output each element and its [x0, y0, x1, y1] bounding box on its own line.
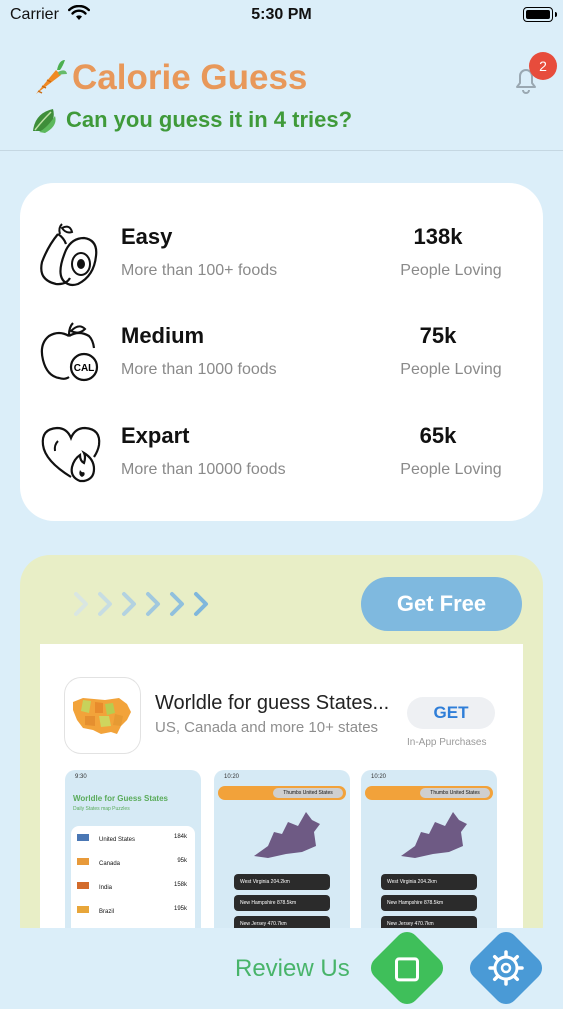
- list-item: Canada 95k: [77, 858, 187, 867]
- heart-flame-icon: [41, 426, 101, 483]
- level-easy[interactable]: Easy More than 100+ foods 138k People Lo…: [20, 222, 543, 312]
- ad-get-button[interactable]: GET: [407, 697, 495, 729]
- screenshot-subtitle: Daily States map Puzzles: [73, 806, 130, 812]
- app-icon[interactable]: [65, 678, 140, 753]
- battery-icon: [523, 7, 557, 22]
- carrot-icon: [36, 60, 67, 94]
- clock: 5:30 PM: [251, 6, 312, 23]
- avocado-pear-icon: [40, 223, 98, 287]
- level-description: More than 1000 foods: [121, 361, 277, 378]
- review-us-link[interactable]: Review Us: [235, 955, 350, 983]
- state-map-icon: [401, 812, 467, 858]
- get-free-button[interactable]: Get Free: [361, 577, 522, 631]
- app-subtitle: Can you guess it in 4 tries?: [30, 106, 352, 134]
- answer-chip: New Hampshire 878.5km: [234, 895, 330, 911]
- ad-app-subtitle: US, Canada and more 10+ states: [155, 719, 379, 736]
- level-name: Medium: [121, 323, 205, 348]
- level-count-label: People Loving: [400, 461, 502, 478]
- answer-chip: West Virginia 204.2km: [234, 874, 330, 890]
- leafy-greens-icon: [33, 109, 56, 133]
- level-medium[interactable]: CAL Medium More than 1000 foods 75k Peop…: [20, 321, 543, 411]
- gear-icon: [488, 950, 524, 986]
- answer-chip: West Virginia 204.2km: [381, 874, 477, 890]
- svg-text:CAL: CAL: [74, 363, 95, 374]
- screenshot-time: 9:30: [75, 774, 87, 780]
- level-player-count: 138k: [413, 224, 463, 249]
- chevrons-right-icon: [74, 592, 208, 616]
- level-expart[interactable]: Expart More than 10000 foods 65k People …: [20, 421, 543, 511]
- notification-badge: 2: [529, 52, 557, 80]
- screenshot-toolbar: Thumbs United States: [365, 786, 493, 800]
- level-player-count: 65k: [419, 423, 457, 448]
- list-item-name: India: [99, 885, 113, 891]
- screenshot-chip: Thumbs United States: [273, 788, 343, 798]
- in-app-purchases-label: In-App Purchases: [407, 737, 487, 748]
- screenshot-title: Worldle for Guess States: [73, 794, 168, 803]
- level-count-label: People Loving: [400, 361, 502, 378]
- status-bar: Carrier 5:30 PM: [0, 0, 563, 30]
- answer-chip: New Hampshire 878.5km: [381, 895, 477, 911]
- app-header: Calorie Guess Can you guess it in 4 trie…: [0, 40, 563, 151]
- level-name: Expart: [121, 423, 190, 448]
- screenshot-chip: Thumbs United States: [420, 788, 490, 798]
- screenshot-time: 10:20: [224, 774, 240, 780]
- promo-card: Get Free Worldle for guess States... US,…: [20, 555, 543, 955]
- apple-calorie-icon: CAL: [40, 322, 99, 382]
- level-name: Easy: [121, 224, 173, 249]
- level-description: More than 100+ foods: [121, 262, 278, 279]
- subtitle-text: Can you guess it in 4 tries?: [66, 107, 353, 132]
- bottom-bar: Review Us: [0, 926, 563, 1009]
- screenshot-toolbar: Thumbs United States: [218, 786, 346, 800]
- list-item-name: Brazil: [99, 909, 115, 915]
- app-title: Calorie Guess: [30, 58, 307, 98]
- us-map-icon: [73, 698, 131, 734]
- list-item-value: 184k: [173, 834, 187, 840]
- title-text: Calorie Guess: [72, 58, 308, 97]
- list-item: United States 184k: [77, 834, 187, 843]
- list-item: Brazil 195k: [77, 906, 187, 915]
- settings-button[interactable]: [464, 926, 548, 1009]
- difficulty-card: Easy More than 100+ foods 138k People Lo…: [20, 183, 543, 521]
- ad-app-name: Worldle for guess States...: [155, 692, 390, 714]
- level-description: More than 10000 foods: [121, 461, 286, 478]
- home-button[interactable]: [365, 926, 449, 1009]
- state-map-icon: [254, 812, 320, 858]
- square-icon: [395, 957, 419, 982]
- level-count-label: People Loving: [400, 262, 502, 279]
- level-player-count: 75k: [419, 323, 457, 348]
- list-item-name: United States: [99, 837, 136, 843]
- list-item-name: Canada: [99, 861, 121, 867]
- list-item: India 158k: [77, 882, 187, 891]
- app-store-ad[interactable]: Worldle for guess States... US, Canada a…: [40, 644, 523, 955]
- list-item-value: 158k: [173, 882, 187, 888]
- list-item-value: 95k: [177, 858, 187, 864]
- screenshot-time: 10:20: [371, 774, 387, 780]
- list-item-value: 195k: [173, 906, 187, 912]
